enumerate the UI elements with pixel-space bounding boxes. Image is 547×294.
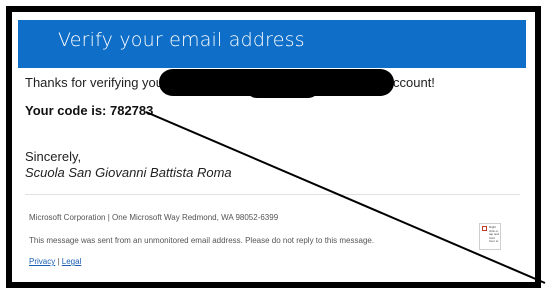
privacy-link[interactable]: Privacy <box>29 257 55 266</box>
link-separator: | <box>57 257 60 266</box>
footer-address: Microsoft Corporation | One Microsoft Wa… <box>29 213 279 222</box>
closing-text: Sincerely, <box>25 149 82 164</box>
broken-image-glyph-icon <box>482 226 487 231</box>
footer-links: Privacy | Legal <box>29 257 81 266</box>
thanks-text: Thanks for verifying your <box>25 75 168 90</box>
email-message: Verify your email address Thanks for ver… <box>12 12 535 282</box>
legal-link[interactable]: Legal <box>62 257 82 266</box>
footer-notice: This message was sent from an unmonitore… <box>29 236 375 245</box>
verification-code: Your code is: 782783 <box>25 103 154 118</box>
thanks-text-tail: ccount! <box>393 75 435 90</box>
footer-divider <box>25 194 520 195</box>
broken-image-icon: Right click or tap and hold here to <box>479 223 501 250</box>
redaction-mark-extra <box>245 74 320 98</box>
email-header-banner: Verify your email address <box>18 20 526 68</box>
screenshot-frame: Verify your email address Thanks for ver… <box>6 6 541 288</box>
sender-signature: Scuola San Giovanni Battista Roma <box>25 165 232 180</box>
email-title: Verify your email address <box>58 29 305 51</box>
broken-image-alt-text: Right click or tap and hold here to <box>489 225 500 243</box>
